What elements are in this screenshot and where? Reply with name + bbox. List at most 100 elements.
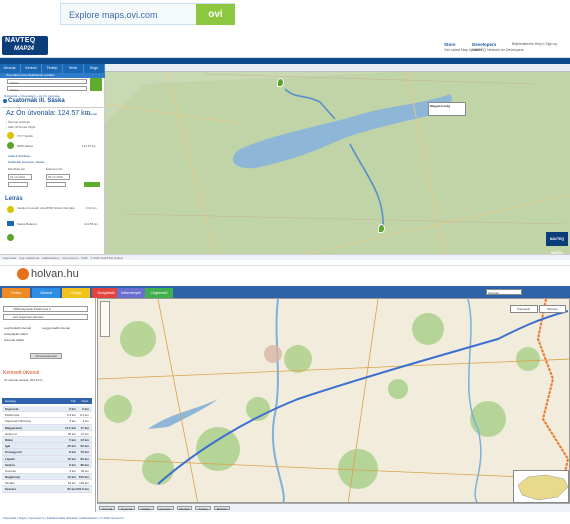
map-tool-button[interactable]: Térkép <box>195 506 211 511</box>
route-length: Az Ön útvonala: 124.57 km <box>6 110 91 117</box>
overview-map[interactable] <box>513 470 569 503</box>
row-place: Kaposvár Pázmány <box>5 419 32 424</box>
holvan-footer[interactable]: Kapcsolat | Súgó | Impresszum | Felhaszn… <box>0 514 570 524</box>
option-fastest[interactable]: Leggyorsabb útvonal <box>42 326 70 330</box>
go-button[interactable] <box>90 78 102 91</box>
row-distance: 12 km <box>67 475 76 480</box>
table-header: Helység Táv Össz. <box>2 398 92 404</box>
holvan-logo-icon[interactable] <box>17 268 29 280</box>
tab-news[interactable]: Hírek <box>63 64 84 73</box>
start-marker-icon[interactable] <box>277 78 284 87</box>
arrival-time-select[interactable] <box>46 182 66 187</box>
step-start-icon <box>7 206 14 213</box>
route-search-button[interactable]: Útvonal keresés <box>30 353 62 359</box>
row-distance: 20 km <box>67 444 76 449</box>
row-total: 3 km <box>82 419 89 424</box>
row-distance: 10 km <box>67 456 76 461</box>
option-no-ferry[interactable]: Kompok nélkül <box>4 338 24 342</box>
tab-cimlap[interactable]: Címlap <box>62 288 90 298</box>
map-tool-button[interactable]: Mentés <box>176 506 193 511</box>
tab-intezmenyek[interactable]: Intézmények <box>117 288 145 298</box>
start-stop: 7177 Siófok <box>17 134 33 138</box>
tab-help[interactable]: Súgó <box>84 64 105 73</box>
holvan-map[interactable] <box>97 298 570 503</box>
to-input[interactable]: Cél: Kaposvár-Szentes <box>3 314 88 320</box>
row-total: 89 km <box>80 462 89 467</box>
navteq-map-toolbar[interactable] <box>105 64 570 72</box>
ovi-logo: ovi <box>196 4 235 25</box>
row-distance: 81 km <box>67 487 76 492</box>
to-input[interactable]: Sáska <box>7 86 87 92</box>
option-no-motorway[interactable]: Autópályák nélkül <box>4 332 28 336</box>
map-tool-button[interactable]: Műhold <box>213 506 230 511</box>
row-place: Ráksi <box>5 437 14 442</box>
tab-search[interactable]: Kereső <box>21 64 42 73</box>
description-heading: Leírás <box>5 196 23 202</box>
zoom-control[interactable] <box>100 301 110 337</box>
row-distance: 8 km <box>69 450 76 455</box>
back-icon[interactable] <box>3 99 7 103</box>
navteq-header: NAVTEQ MAP24 Store Get Latest Map Updates… <box>0 30 570 58</box>
quick-button-szentes[interactable]: Szentes <box>538 305 566 313</box>
map-popup[interactable]: Magyarország <box>428 102 466 116</box>
route-flight-link[interactable]: › Start 30 Route Flight <box>6 125 35 129</box>
route-info-link[interactable]: › Útvonal részletei <box>6 120 30 124</box>
ovi-text: Explore maps.ovi.com <box>69 10 158 20</box>
quick-button-kaposvar[interactable]: Kaposvár <box>510 305 538 313</box>
hungary-overview-icon <box>517 474 569 501</box>
row-place: Petőfi utca <box>5 413 20 418</box>
row-total: 0.3 km <box>79 413 89 418</box>
map-tool-button[interactable]: Keresés <box>156 506 174 511</box>
row-total: 105 km <box>78 475 89 480</box>
from-input[interactable]: Siófok <box>7 79 87 85</box>
start-date-input[interactable]: 24.12.2010 <box>8 174 32 180</box>
top-search-input[interactable]: Keresés <box>486 289 522 295</box>
tab-cegkereso[interactable]: Cégkereső <box>145 288 173 298</box>
navteq-options-bar[interactable]: Útvonaltervezés Beállítások Letöltés <box>0 73 105 78</box>
end-marker-icon[interactable] <box>378 224 385 233</box>
step-2-dist: 124.55 km <box>84 222 99 226</box>
navteq-map[interactable] <box>105 64 570 254</box>
arrival-date-input[interactable]: 25.12.2010 <box>46 174 70 180</box>
map-tool-button[interactable]: Útvonal <box>99 506 116 511</box>
row-place: Szentes <box>5 487 17 492</box>
navteq-logo[interactable]: NAVTEQ MAP24 <box>2 36 48 55</box>
row-place: Lápafő <box>5 456 15 461</box>
navteq-left-panel: Útvonal-tervezés Kereső Térkép Hírek Súg… <box>0 64 105 254</box>
map-logo: NAVTEQ MAP24 <box>546 232 568 255</box>
row-distance: 4 km <box>69 468 76 473</box>
map-tool-button[interactable]: Nyomtat <box>118 506 136 511</box>
from-input[interactable]: 7000 Kaposvár Petőfi utca 2 <box>3 306 88 312</box>
tab-utvonal[interactable]: Útvonal <box>32 288 60 298</box>
tab-map[interactable]: Térkép <box>42 64 63 73</box>
tab-szolgaltato[interactable]: Szolgáltató <box>92 288 120 298</box>
row-total: 17 km <box>80 425 89 430</box>
route-table: Kaposvár 0 km 0 km Petőfi utca 0.3 km 0.3 km K… <box>2 406 92 493</box>
navteq-tabs: Útvonal-tervezés Kereső Térkép Hírek Súg… <box>0 64 105 79</box>
row-total: 62 km <box>80 444 89 449</box>
tab-route[interactable]: Útvonal-tervezés <box>0 64 21 79</box>
start-pin-icon <box>7 132 14 139</box>
table-row[interactable]: Szentes 81 km 201.5 km <box>2 486 92 493</box>
row-place: Kocsola <box>5 468 16 473</box>
apply-time-button[interactable] <box>84 182 100 187</box>
ovi-advert[interactable]: Explore maps.ovi.com ovi <box>60 3 235 25</box>
row-distance: 9 km <box>69 462 76 467</box>
holvan-logo[interactable]: holvan.hu <box>31 268 79 280</box>
navteq-map-canvas <box>105 64 570 254</box>
tab-terkep[interactable]: Térkép <box>2 288 30 298</box>
arrival-time-label: Érkezési ido <box>46 167 63 171</box>
row-place: Tamási <box>5 481 15 486</box>
hotel-link[interactable]: Szállodák keresése: Sáska <box>8 160 44 164</box>
print-link[interactable]: Nyomtat <box>86 112 97 116</box>
row-total: 0 km <box>82 407 89 411</box>
row-distance: 20 km <box>67 431 76 436</box>
row-distance: 15 km <box>67 481 76 486</box>
map-tool-button[interactable]: Küldés <box>138 506 154 511</box>
row-total: 70 km <box>80 450 89 455</box>
start-time-select[interactable] <box>8 182 28 187</box>
upload-link[interactable]: Adatok feltöltése <box>8 154 30 158</box>
account-links[interactable]: Bejelentkezés Helyi | Sign up <box>512 42 567 47</box>
map-tools: Útvonal Nyomtat Küldés Keresés Mentés Térkép M… <box>97 503 570 512</box>
option-shortest[interactable]: Legrövidebb útvonal <box>4 326 31 330</box>
